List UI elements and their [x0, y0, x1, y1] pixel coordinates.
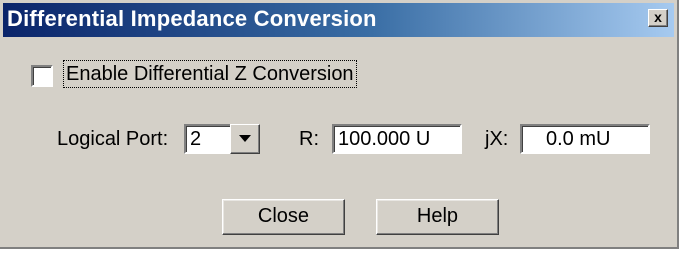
resistance-input[interactable]: 100.000 U: [332, 124, 462, 154]
reactance-input[interactable]: 0.0 mU: [520, 124, 650, 154]
reactance-value: 0.0 mU: [546, 128, 611, 150]
title-bar[interactable]: Differential Impedance Conversion x: [3, 3, 674, 37]
reactance-label: jX:: [485, 128, 509, 150]
resistance-label: R:: [299, 128, 319, 150]
close-window-button[interactable]: x: [648, 9, 668, 27]
window-title: Differential Impedance Conversion: [7, 6, 377, 31]
logical-port-select[interactable]: 2: [184, 124, 232, 154]
logical-port-dropdown-button[interactable]: [230, 124, 260, 154]
resistance-value: 100.000 U: [338, 128, 431, 150]
close-button[interactable]: Close: [222, 199, 345, 235]
close-icon: x: [654, 9, 662, 25]
enable-conversion-label[interactable]: Enable Differential Z Conversion: [63, 60, 357, 88]
enable-conversion-checkbox[interactable]: [31, 65, 53, 87]
logical-port-value: 2: [190, 128, 202, 150]
logical-port-label: Logical Port:: [57, 128, 169, 150]
dialog-window: Differential Impedance Conversion x Enab…: [0, 0, 679, 249]
help-button[interactable]: Help: [376, 199, 499, 235]
chevron-down-icon: [239, 135, 251, 142]
